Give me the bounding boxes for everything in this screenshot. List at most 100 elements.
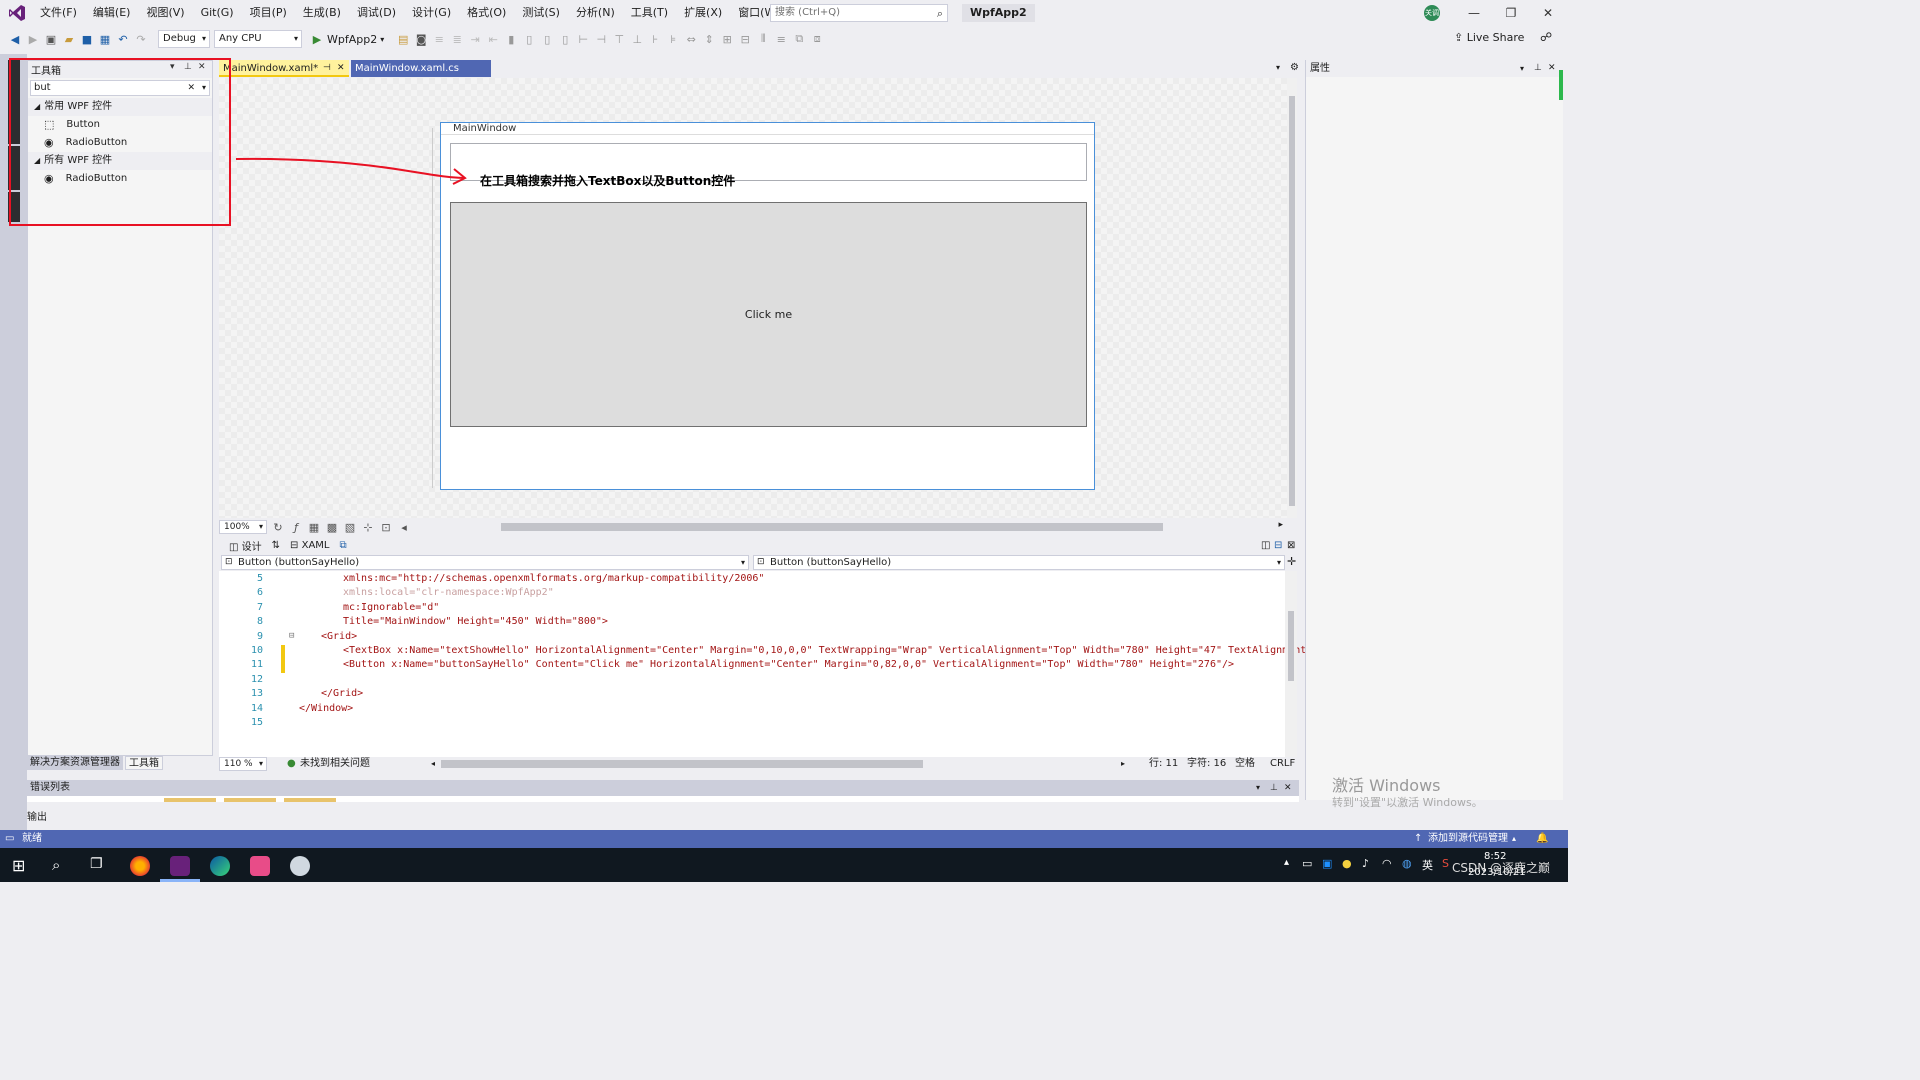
fold-toggle-icon[interactable]: ⊟ xyxy=(289,631,294,641)
align-left-icon[interactable]: ⊢ xyxy=(576,32,590,46)
new-project-icon[interactable]: ▣ xyxy=(44,32,58,46)
screenshot-icon[interactable]: ◙ xyxy=(414,32,428,46)
spacing-horizontal-icon[interactable]: ⫴ xyxy=(756,32,770,46)
issues-status[interactable]: 未找到相关问题 xyxy=(300,757,370,771)
tab-xaml[interactable]: ⊟ XAML xyxy=(290,540,329,551)
close-icon[interactable]: ✕ xyxy=(337,60,345,77)
media-app-icon[interactable] xyxy=(250,856,270,876)
save-icon[interactable]: ■ xyxy=(80,32,94,46)
configuration-select[interactable]: Debug ▾ xyxy=(158,30,210,48)
minimize-button[interactable]: — xyxy=(1456,0,1492,26)
gear-icon[interactable]: ⚙ xyxy=(1290,62,1299,73)
tray-app-icon[interactable]: ▣ xyxy=(1322,857,1332,870)
pin-icon[interactable]: ⊥ xyxy=(1270,780,1278,796)
whitespace-indicator[interactable]: 空格 xyxy=(1235,757,1255,771)
notification-bell-icon[interactable]: 🔔 xyxy=(1536,830,1548,848)
forward-icon[interactable]: ▶ xyxy=(26,32,40,46)
network-icon[interactable]: ◍ xyxy=(1402,857,1412,870)
code-line[interactable]: xmlns:mc="http://schemas.openxmlformats.… xyxy=(343,573,764,584)
code-line[interactable]: <TextBox x:Name="textShowHello" Horizont… xyxy=(343,645,1312,656)
open-folder-icon[interactable]: ▰ xyxy=(62,32,76,46)
code-line[interactable]: </Window> xyxy=(299,703,353,714)
align-center-icon[interactable]: ⊣ xyxy=(594,32,608,46)
tab-solution-explorer[interactable]: 解决方案资源管理器 xyxy=(27,756,123,770)
scroll-thumb[interactable] xyxy=(1289,96,1295,506)
bookmark-icon[interactable]: ▮ xyxy=(504,32,518,46)
vertical-split-icon[interactable]: ◫ xyxy=(1261,540,1270,551)
designer-button-control[interactable]: Click me xyxy=(450,202,1087,427)
menu-item[interactable]: 视图(V) xyxy=(138,0,192,26)
snap-lines-icon[interactable]: ⊹ xyxy=(361,520,375,534)
code-vertical-scrollbar[interactable] xyxy=(1285,571,1297,757)
warning-filter-tab[interactable] xyxy=(224,798,276,802)
menu-item[interactable]: 设计(G) xyxy=(404,0,459,26)
menu-item[interactable]: 格式(O) xyxy=(459,0,514,26)
align-middle-icon[interactable]: ⊦ xyxy=(648,32,662,46)
bird-app-icon[interactable] xyxy=(290,856,310,876)
align-bottom-icon[interactable]: ⊧ xyxy=(666,32,680,46)
line-indicator[interactable]: 行: 11 xyxy=(1149,757,1178,771)
fx-icon[interactable]: ƒ xyxy=(289,520,303,534)
menu-item[interactable]: Git(G) xyxy=(193,0,242,26)
indent-icon[interactable]: ⇥ xyxy=(468,32,482,46)
volume-icon[interactable]: ♪ xyxy=(1362,857,1369,870)
live-share-button[interactable]: ⇪ Live Share xyxy=(1454,31,1524,44)
chevron-down-icon[interactable]: ▾ xyxy=(1256,780,1260,796)
outdent-icon[interactable]: ⇤ xyxy=(486,32,500,46)
tab-mainwindow-xaml-cs[interactable]: MainWindow.xaml.cs xyxy=(351,60,491,77)
code-horizontal-scroll-thumb[interactable] xyxy=(441,760,923,768)
prev-bookmark-icon[interactable]: ▯ xyxy=(522,32,536,46)
tray-chevron-up-icon[interactable]: ▴ xyxy=(1284,857,1289,868)
browse-icon[interactable]: ▤ xyxy=(396,32,410,46)
menu-item[interactable]: 文件(F) xyxy=(32,0,85,26)
align-top-icon[interactable]: ⊥ xyxy=(630,32,644,46)
chevron-down-icon[interactable]: ▾ xyxy=(1520,60,1524,77)
horizontal-scroll-thumb[interactable] xyxy=(501,523,1163,531)
platform-select[interactable]: Any CPU ▾ xyxy=(214,30,302,48)
artboard-icon[interactable]: ▧ xyxy=(343,520,357,534)
back-icon[interactable]: ◀ xyxy=(8,32,22,46)
close-icon[interactable]: ✕ xyxy=(1548,60,1556,77)
element-selector-right[interactable]: ⊡ Button (buttonSayHello) ▾ xyxy=(753,555,1285,570)
menu-item[interactable]: 扩展(X) xyxy=(676,0,730,26)
bring-to-front-icon[interactable]: ⧉ xyxy=(792,32,806,46)
send-to-back-icon[interactable]: ⧈ xyxy=(810,32,824,46)
menu-item[interactable]: 分析(N) xyxy=(568,0,623,26)
swap-panes-button[interactable]: ⇅ xyxy=(272,540,280,551)
pin-icon[interactable]: ⊥ xyxy=(1534,60,1542,77)
code-line[interactable]: xmlns:local="clr-namespace:WpfApp2" xyxy=(343,587,554,598)
line-ending-indicator[interactable]: CRLF xyxy=(1270,757,1295,771)
clear-bookmarks-icon[interactable]: ▯ xyxy=(558,32,572,46)
start-debug-button[interactable]: ▶ WpfApp2 ▾ xyxy=(310,32,384,46)
code-line[interactable]: <Grid> xyxy=(321,631,357,642)
close-window-button[interactable]: ✕ xyxy=(1530,0,1566,26)
popout-xaml-icon[interactable]: ⧉ xyxy=(340,540,347,551)
make-same-width-icon[interactable]: ⇔ xyxy=(684,32,698,46)
solution-name-badge[interactable]: WpfApp2 xyxy=(962,4,1035,22)
element-selector-left[interactable]: ⊡ Button (buttonSayHello) ▾ xyxy=(221,555,749,570)
add-split-icon[interactable]: ✛ xyxy=(1287,555,1296,568)
designer-zoom-select[interactable]: 100% ▾ xyxy=(219,520,267,534)
project-code-icon[interactable]: ⊡ xyxy=(379,520,393,534)
error-list-panel-header[interactable]: 错误列表 ▾ ⊥ ✕ xyxy=(27,780,1299,796)
next-bookmark-icon[interactable]: ▯ xyxy=(540,32,554,46)
visual-studio-taskbar-icon[interactable] xyxy=(170,856,190,876)
menu-item[interactable]: 调试(D) xyxy=(349,0,404,26)
undo-icon[interactable]: ↶ xyxy=(116,32,130,46)
user-avatar[interactable]: 关调 xyxy=(1424,5,1440,21)
tab-toolbox[interactable]: 工具箱 xyxy=(125,756,163,770)
scroll-right-icon[interactable]: ▸ xyxy=(1278,520,1283,530)
refresh-icon[interactable]: ↻ xyxy=(271,520,285,534)
size-to-grid-icon[interactable]: ⊟ xyxy=(738,32,752,46)
error-filter-tab[interactable] xyxy=(164,798,216,802)
tab-output[interactable]: 输出 xyxy=(27,808,47,823)
code-line[interactable]: Title="MainWindow" Height="450" Width="8… xyxy=(343,616,608,627)
menu-item[interactable]: 项目(P) xyxy=(242,0,295,26)
editor-zoom-select[interactable]: 110 % ▾ xyxy=(219,757,267,771)
designer-vertical-scrollbar[interactable] xyxy=(1287,78,1297,518)
tray-status-icon[interactable]: ● xyxy=(1342,857,1352,870)
ime-app-icon[interactable]: S xyxy=(1442,857,1449,870)
global-search-input[interactable]: 搜索 (Ctrl+Q) ⌕ xyxy=(770,4,948,22)
ime-indicator[interactable]: 英 xyxy=(1422,857,1433,873)
tab-mainwindow-xaml[interactable]: MainWindow.xaml* ⊣ ✕ xyxy=(219,60,349,77)
